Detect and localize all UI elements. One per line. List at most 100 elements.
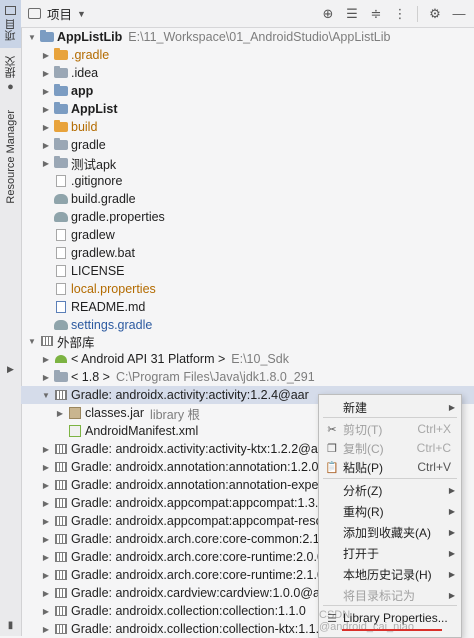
tree-item[interactable]: ▶ build <box>21 118 474 136</box>
project-tool-tab[interactable]: 项目 <box>0 0 21 48</box>
tree-item[interactable]: build.gradle <box>21 190 474 208</box>
tree-item[interactable]: .gitignore <box>21 172 474 190</box>
context-menu-item[interactable]: 分析(Z) ▶ <box>319 480 461 500</box>
jdk-item[interactable]: ▶ < 1.8 > C:\Program Files\Java\jdk1.8.0… <box>21 368 474 386</box>
context-menu-item[interactable]: ✂ 剪切(T) Ctrl+X <box>319 419 461 439</box>
collapsed-arrow-icon[interactable]: ▶ <box>55 409 65 418</box>
collapsed-arrow-icon[interactable]: ▶ <box>41 589 51 598</box>
collapsed-arrow-icon[interactable]: ▶ <box>41 159 51 168</box>
tree-item[interactable]: ▶ gradle <box>21 136 474 154</box>
folder-orange-icon <box>54 120 68 133</box>
project-view-selector[interactable]: 项目 <box>47 4 72 23</box>
tree-item-label: gradle <box>71 138 106 152</box>
context-menu-item[interactable]: 打开于 ▶ <box>319 543 461 563</box>
collapsed-arrow-icon[interactable]: ▶ <box>41 105 51 114</box>
context-menu-item[interactable]: 添加到收藏夹(A) ▶ <box>319 522 461 542</box>
expanded-arrow-icon[interactable]: ▼ <box>27 33 37 42</box>
sdk-item[interactable]: ▶ < Android API 31 Platform > E:\10_Sdk <box>21 350 474 368</box>
menu-item-label: 粘贴(P) <box>343 460 383 475</box>
tree-item[interactable]: ▶ .gradle <box>21 46 474 64</box>
collapsed-arrow-icon[interactable]: ▶ <box>41 625 51 634</box>
collapsed-arrow-icon[interactable]: ▶ <box>41 69 51 78</box>
external-libraries-item[interactable]: ▼ 外部库 <box>21 332 474 350</box>
context-menu-item[interactable]: ❐ 复制(C) Ctrl+C <box>319 438 461 458</box>
library-label: Gradle: androidx.annotation:annotation:1… <box>71 460 319 474</box>
file-icon <box>54 283 68 295</box>
collapsed-arrow-icon[interactable]: ▶ <box>41 517 51 526</box>
gradle-icon <box>54 193 68 205</box>
tree-item-label: .idea <box>71 66 99 80</box>
menu-item-label: 复制(C) <box>343 441 384 456</box>
tree-item[interactable]: gradle.properties <box>21 208 474 226</box>
build-variants-tool-tab[interactable]: ▮ <box>0 620 21 634</box>
tree-item-label: settings.gradle <box>71 318 153 332</box>
highlight-underline <box>342 629 442 631</box>
context-menu-item[interactable]: 新建 ▶ <box>319 397 461 417</box>
menu-item-label: 重构(R) <box>343 504 384 519</box>
tree-item[interactable]: LICENSE <box>21 262 474 280</box>
collapsed-arrow-icon[interactable]: ▶ <box>41 445 51 454</box>
library-label: Gradle: androidx.arch.core:core-common:2… <box>71 532 331 546</box>
collapsed-arrow-icon[interactable]: ▶ <box>41 571 51 580</box>
collapsed-arrow-icon[interactable]: ▶ <box>41 535 51 544</box>
hide-icon[interactable]: — <box>452 6 466 21</box>
tree-item-label: app <box>71 84 94 98</box>
menu-separator <box>323 478 457 479</box>
library-icon <box>54 623 68 635</box>
library-label: Gradle: androidx.appcompat:appcompat-res… <box>71 514 323 528</box>
expanded-arrow-icon[interactable]: ▼ <box>27 337 37 346</box>
context-menu-item[interactable]: 将目录标记为 ▶ <box>319 585 461 605</box>
collapsed-arrow-icon[interactable]: ▶ <box>41 553 51 562</box>
tree-item-label: gradlew <box>71 228 115 242</box>
file-icon <box>54 265 68 277</box>
commit-tool-tab[interactable]: 提交 ● <box>0 56 21 102</box>
collapsed-arrow-icon[interactable]: ▶ <box>41 373 51 382</box>
file-icon <box>54 229 68 241</box>
add-globe-icon[interactable]: ⊕ <box>321 6 335 21</box>
classes-jar-label: classes.jar <box>85 406 145 420</box>
collapsed-arrow-icon[interactable]: ▶ <box>41 141 51 150</box>
collapsed-arrow-icon[interactable]: ▶ <box>41 51 51 60</box>
library-icon <box>54 443 68 455</box>
submenu-arrow-icon: ▶ <box>448 569 455 579</box>
collapsed-arrow-icon[interactable]: ▶ <box>41 607 51 616</box>
tree-item[interactable]: README.md <box>21 298 474 316</box>
tree-item[interactable]: gradlew <box>21 226 474 244</box>
structure-tool-tab[interactable]: ▶ <box>0 364 21 378</box>
tree-item[interactable]: local.properties <box>21 280 474 298</box>
folder-icon <box>54 66 68 79</box>
context-menu-item[interactable]: 📋 粘贴(P) Ctrl+V <box>319 457 461 477</box>
submenu-arrow-icon: ▶ <box>448 402 455 412</box>
file-icon <box>54 175 68 187</box>
tree-root-item[interactable]: ▼ AppListLib E:\11_Workspace\01_AndroidS… <box>21 28 474 46</box>
library-icon <box>54 533 68 545</box>
menu-item-label: 分析(Z) <box>343 483 383 498</box>
collapse-all-icon[interactable]: ≑ <box>369 6 383 21</box>
collapsed-arrow-icon[interactable]: ▶ <box>41 481 51 490</box>
resource-manager-label: Resource Manager <box>4 110 17 204</box>
selected-library-label: Gradle: androidx.activity:activity:1.2.4… <box>71 388 309 402</box>
collapsed-arrow-icon[interactable]: ▶ <box>41 123 51 132</box>
context-menu-item[interactable]: 重构(R) ▶ <box>319 501 461 521</box>
tree-item[interactable]: gradlew.bat <box>21 244 474 262</box>
library-icon <box>54 461 68 473</box>
expand-all-icon[interactable]: ☰ <box>345 6 359 21</box>
tree-item[interactable]: ▶ .idea <box>21 64 474 82</box>
resource-manager-tool-tab[interactable]: Resource Manager <box>0 110 21 210</box>
more-icon[interactable]: ⋮ <box>393 6 407 21</box>
tree-item-label: README.md <box>71 300 146 314</box>
tree-item[interactable]: ▶ 测试apk <box>21 154 474 172</box>
tree-item[interactable]: ▶ AppList <box>21 100 474 118</box>
expanded-arrow-icon[interactable]: ▼ <box>41 391 51 400</box>
collapsed-arrow-icon[interactable]: ▶ <box>41 463 51 472</box>
context-menu-item[interactable]: 本地历史记录(H) ▶ <box>319 564 461 584</box>
collapsed-arrow-icon[interactable]: ▶ <box>41 87 51 96</box>
chevron-down-icon[interactable]: ▼ <box>77 9 86 19</box>
tree-item[interactable]: ▶ app <box>21 82 474 100</box>
menu-item-label: 剪切(T) <box>343 422 383 437</box>
settings-icon[interactable]: ⚙ <box>428 6 442 21</box>
bookmark-icon: ▮ <box>7 620 14 631</box>
collapsed-arrow-icon[interactable]: ▶ <box>41 355 51 364</box>
tree-item-label: .gitignore <box>71 174 123 188</box>
collapsed-arrow-icon[interactable]: ▶ <box>41 499 51 508</box>
